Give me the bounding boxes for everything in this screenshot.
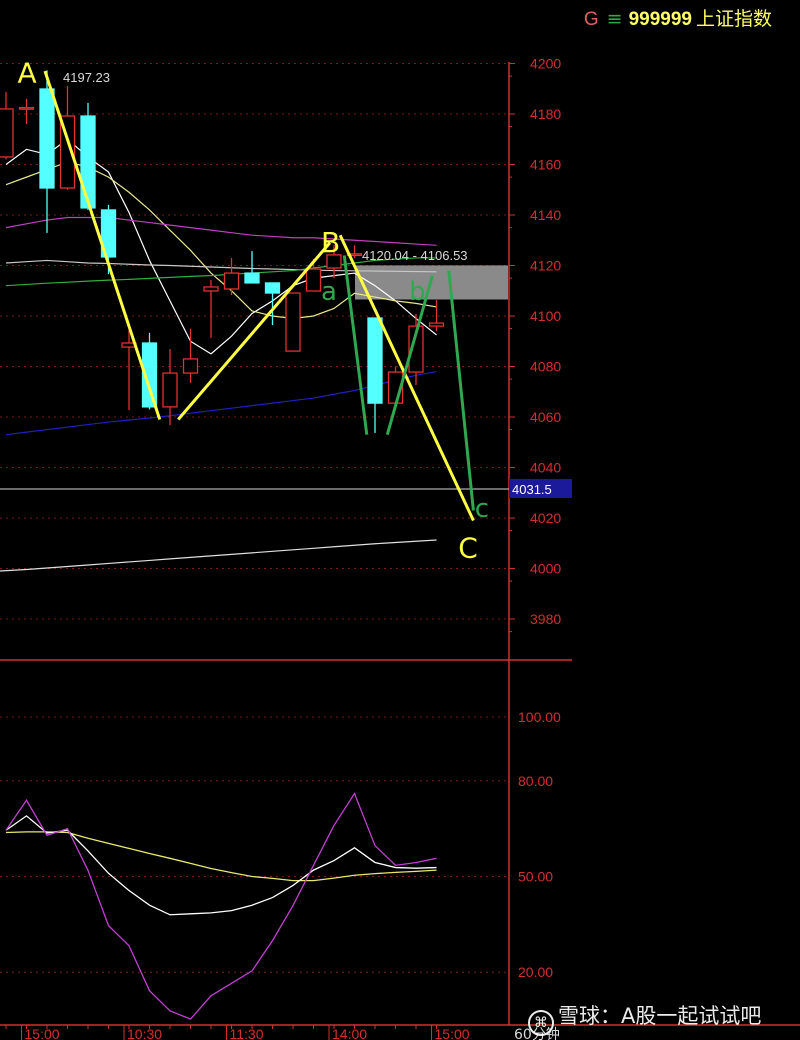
indicator-tick-label: 20.00 bbox=[518, 964, 553, 980]
candle-body bbox=[80, 115, 96, 209]
wave-label-C: C bbox=[458, 531, 478, 564]
candle bbox=[80, 102, 96, 210]
indicator-tick-label: 80.00 bbox=[518, 773, 553, 789]
candle-body bbox=[203, 286, 219, 292]
current-price-label: 4031.5 bbox=[512, 482, 552, 497]
indicator-line bbox=[5, 815, 437, 916]
price-tick-label: 4180 bbox=[530, 106, 561, 122]
time-tick-label: 15:00 bbox=[25, 1026, 60, 1040]
moving-average-line bbox=[5, 216, 437, 246]
wave-label-a: a bbox=[321, 277, 337, 307]
indicator-line bbox=[5, 792, 437, 1020]
candle-body bbox=[244, 272, 260, 284]
candle-body bbox=[39, 88, 55, 189]
watermark-text: 雪球：A股一起试试吧 bbox=[558, 1004, 762, 1028]
candle-body bbox=[18, 107, 35, 110]
candle bbox=[162, 349, 178, 426]
candle-body bbox=[0, 108, 14, 158]
candle-body bbox=[305, 268, 322, 292]
time-tick-label: 14:00 bbox=[332, 1026, 367, 1040]
candle bbox=[18, 98, 35, 125]
wave-label-A: A bbox=[18, 57, 37, 90]
candle bbox=[203, 279, 219, 338]
candle-body bbox=[223, 272, 240, 290]
candle bbox=[0, 92, 14, 160]
price-tick-label: 4160 bbox=[530, 157, 561, 173]
candle bbox=[428, 300, 445, 331]
time-tick-label: 11:30 bbox=[230, 1026, 264, 1040]
high-price-label: 4197.23 bbox=[63, 70, 110, 85]
price-tick-label: 4020 bbox=[530, 510, 561, 526]
indicator-tick-label: 50.00 bbox=[518, 869, 553, 885]
candle bbox=[285, 292, 301, 352]
price-tick-label: 4140 bbox=[530, 207, 561, 223]
stock-chart[interactable]: 4200 4180 4160 4140 4120 4100 4080 4060 4040 4020… bbox=[0, 0, 800, 1040]
price-tick-label: 4100 bbox=[530, 308, 561, 324]
time-tick-label: 10:30 bbox=[127, 1026, 162, 1040]
candle bbox=[182, 328, 199, 383]
price-tick-label: 4080 bbox=[530, 359, 561, 375]
candle-body bbox=[182, 358, 199, 374]
candle-body bbox=[285, 292, 301, 352]
candle bbox=[367, 317, 383, 433]
price-tick-label: 3980 bbox=[530, 611, 561, 627]
xueqiu-logo-icon: ⌘ bbox=[528, 1010, 554, 1036]
price-tick-label: 4200 bbox=[530, 56, 561, 72]
time-tick-label: 15:00 bbox=[435, 1026, 470, 1040]
wave-label-b: b bbox=[409, 277, 426, 307]
gap-range-label: 4120.04 - 4106.53 bbox=[362, 248, 468, 263]
wave-label-c: c bbox=[475, 494, 489, 524]
wave-line bbox=[177, 241, 332, 421]
price-tick-label: 4120 bbox=[530, 258, 561, 274]
candle bbox=[244, 251, 260, 284]
candle-body bbox=[264, 282, 281, 294]
wave-label-B: B bbox=[321, 226, 340, 259]
indicator-tick-label: 100.00 bbox=[518, 709, 561, 725]
price-tick-label: 4000 bbox=[530, 561, 561, 577]
candle-body bbox=[162, 372, 178, 408]
price-tick-label: 4060 bbox=[530, 409, 561, 425]
moving-average-line bbox=[0, 539, 437, 572]
watermark: ⌘ 雪球：A股一起试试吧 bbox=[528, 1000, 761, 1036]
candle-body bbox=[428, 322, 445, 327]
candle-body bbox=[367, 317, 383, 404]
candle bbox=[223, 257, 240, 296]
price-tick-label: 4040 bbox=[530, 460, 561, 476]
